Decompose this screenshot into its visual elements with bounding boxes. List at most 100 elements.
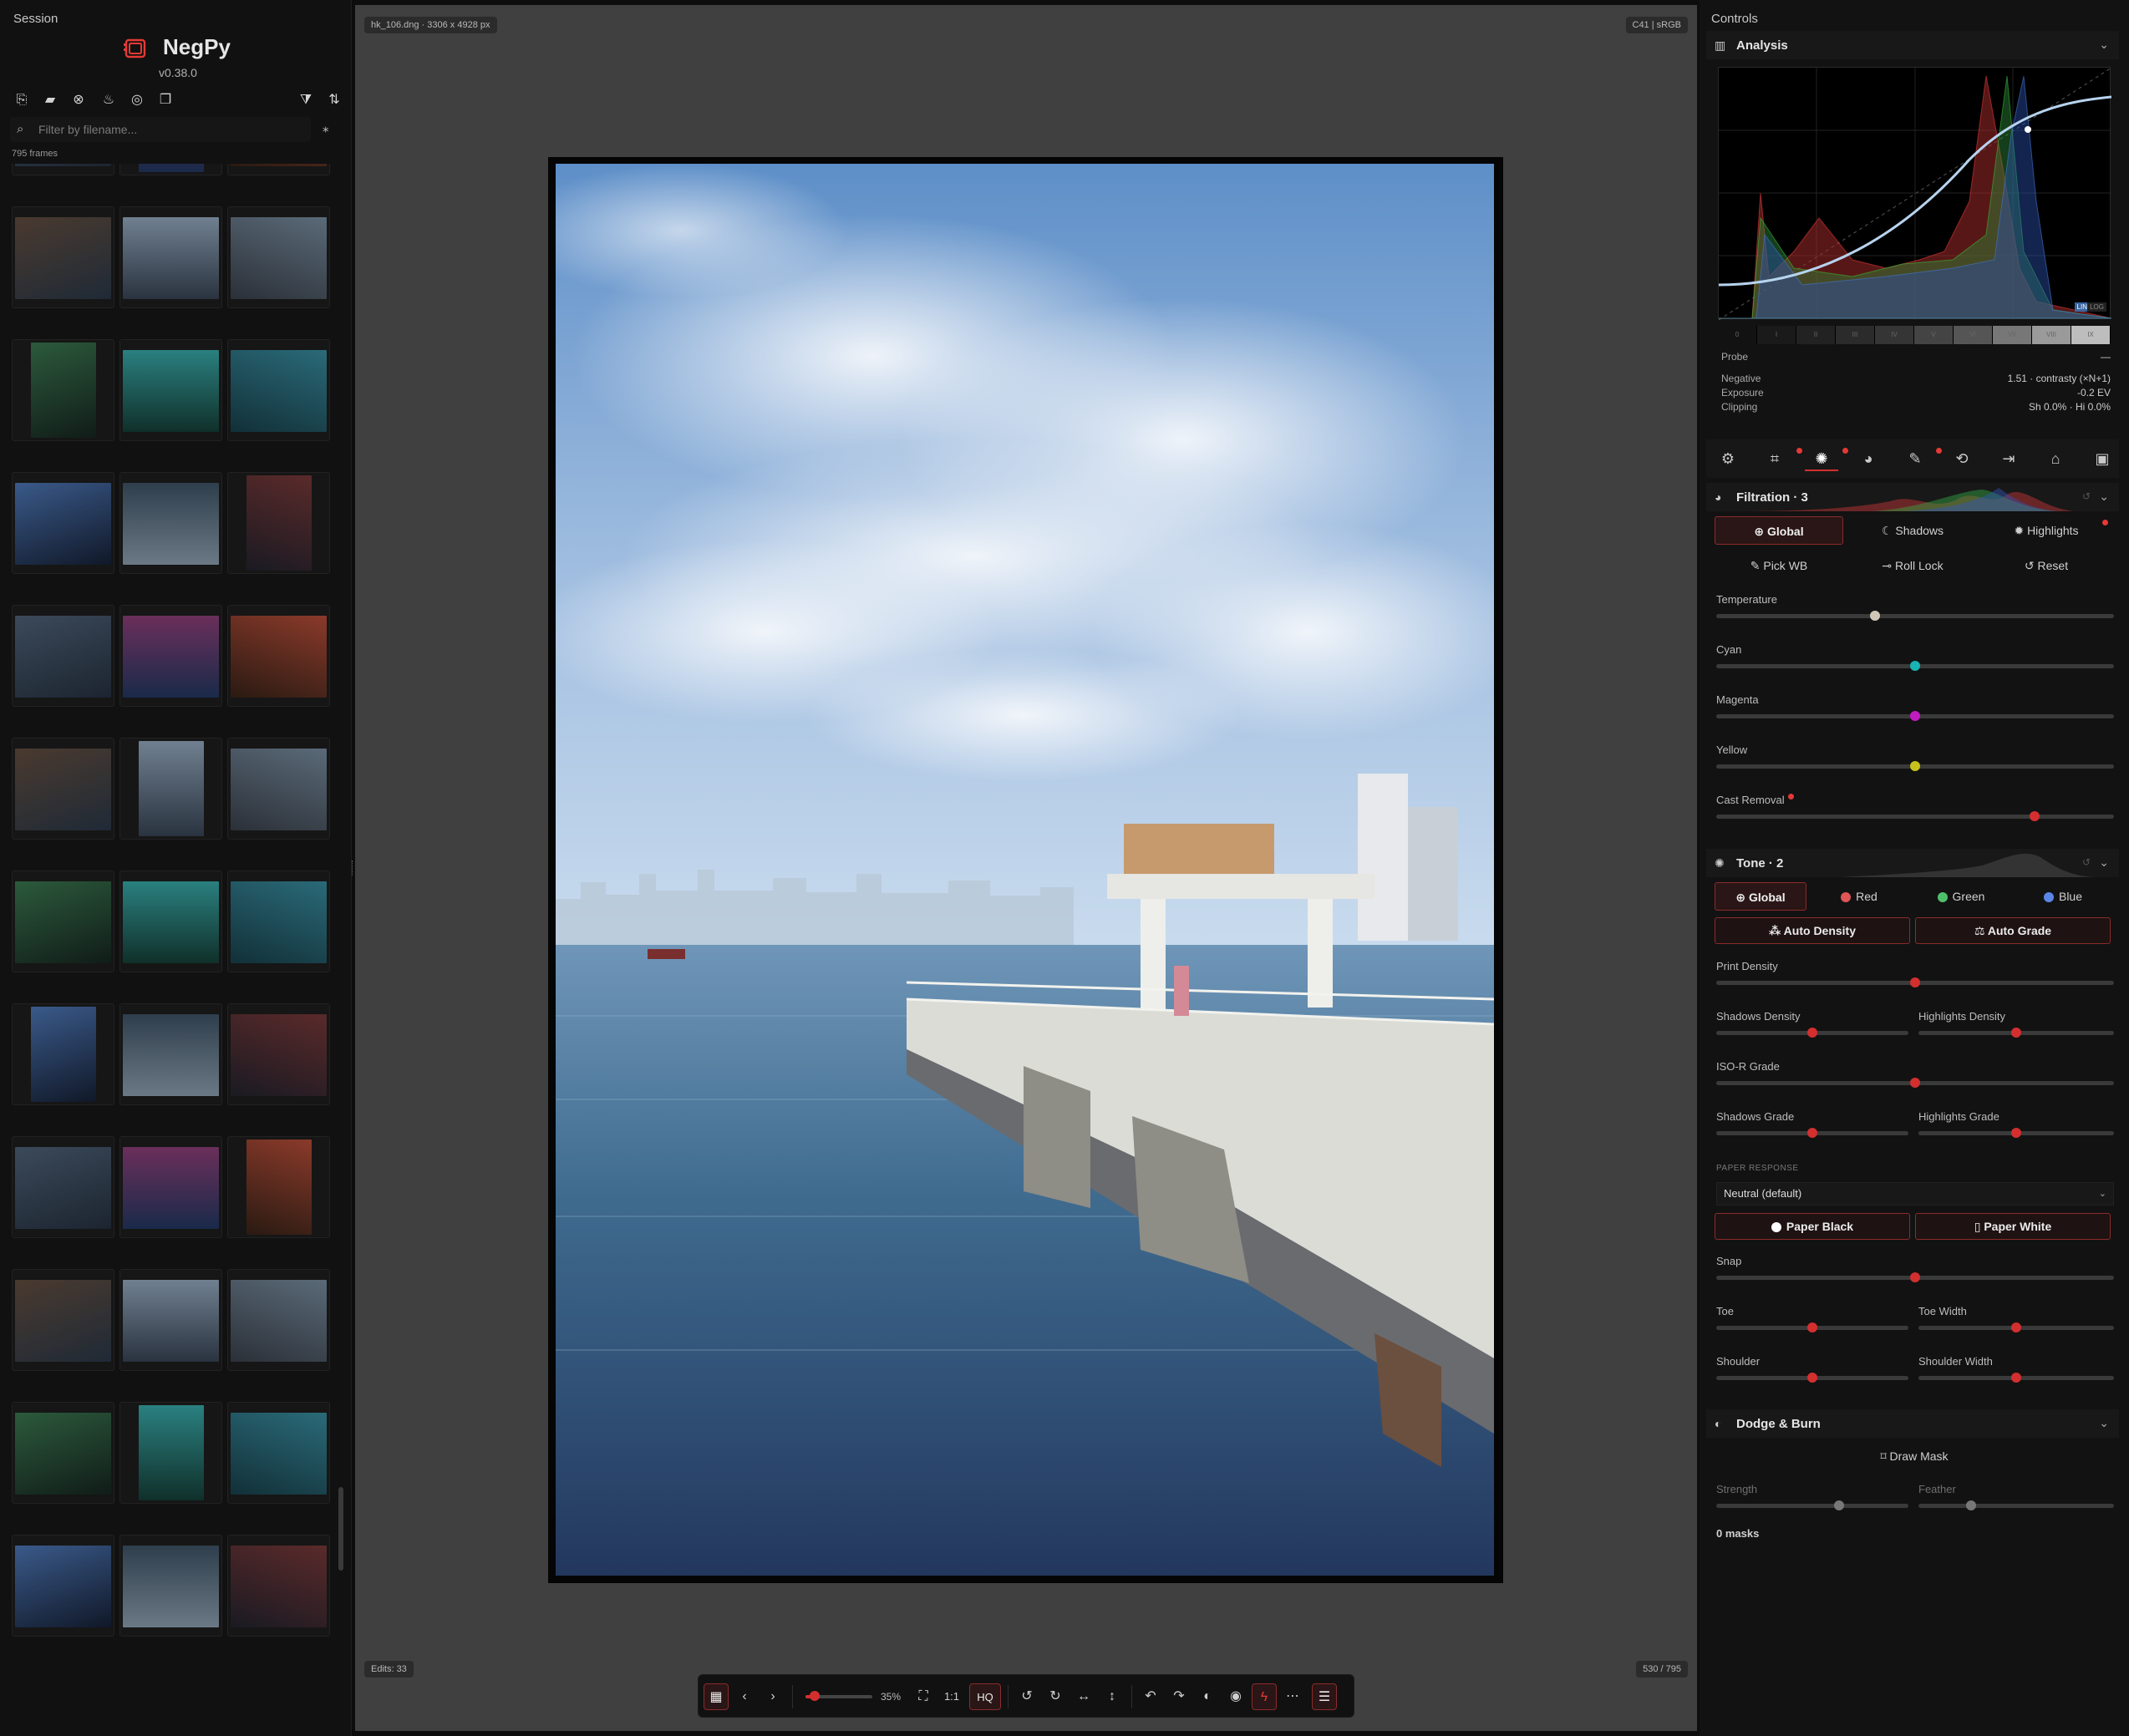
flip-horizontal-button[interactable]: ↔ xyxy=(1071,1683,1096,1710)
filtration-reset-button[interactable]: ↺ Reset xyxy=(1982,551,2111,580)
reset-section-icon[interactable]: ↺ xyxy=(2082,490,2091,502)
shoulder-slider-knob[interactable] xyxy=(1807,1373,1817,1383)
thumbnail[interactable] xyxy=(119,1535,222,1637)
thumbnail[interactable] xyxy=(119,871,222,972)
temperature-slider[interactable] xyxy=(1716,614,2114,618)
thumbnail[interactable] xyxy=(227,1003,330,1105)
magenta-slider-knob[interactable] xyxy=(1910,711,1920,721)
thumbnail[interactable] xyxy=(227,472,330,574)
thumbnail[interactable] xyxy=(119,472,222,574)
toe-width-slider-knob[interactable] xyxy=(2011,1322,2021,1332)
tone-section-header[interactable]: ✺ Tone · 2 ↺ ⌄ xyxy=(1706,849,2119,877)
thumbnail[interactable] xyxy=(227,339,330,441)
panel-splitter[interactable] xyxy=(352,860,354,876)
thumbnail[interactable] xyxy=(12,738,114,840)
undo-button[interactable]: ↶ xyxy=(1138,1683,1163,1710)
settings-panel-button[interactable]: ☰ xyxy=(1312,1683,1337,1710)
auto-density-button[interactable]: ⁂ Auto Density xyxy=(1715,917,1910,944)
tone-channel-global[interactable]: ⊕ Global xyxy=(1715,882,1806,911)
preview-eye-icon[interactable]: ◉ xyxy=(1223,1683,1248,1710)
flash-button[interactable]: ϟ xyxy=(1252,1683,1277,1710)
tab-palette-icon[interactable]: ◕ xyxy=(1852,446,1885,471)
chevron-down-icon[interactable]: ⌄ xyxy=(2099,855,2109,870)
reset-section-icon[interactable]: ↺ xyxy=(2082,856,2091,868)
yellow-slider-knob[interactable] xyxy=(1910,761,1920,771)
draw-mask-button[interactable]: ⌑ Draw Mask xyxy=(1850,1442,1979,1470)
filtration-section-header[interactable]: ◕ Filtration · 3 ↺ ⌄ xyxy=(1706,483,2119,511)
rotate-left-button[interactable]: ↺ xyxy=(1014,1683,1039,1710)
tab-export-icon[interactable]: ⇥ xyxy=(1992,446,2025,471)
contrast-toggle-icon[interactable]: ◐ xyxy=(1195,1683,1220,1710)
tone-channel-red[interactable]: Red xyxy=(1813,882,1905,911)
thumbnail[interactable] xyxy=(12,164,114,175)
thumbnail[interactable] xyxy=(227,1535,330,1637)
rotate-right-button[interactable]: ↻ xyxy=(1043,1683,1068,1710)
highlights-density-slider-knob[interactable] xyxy=(2011,1028,2021,1038)
thumbnail[interactable] xyxy=(12,1402,114,1504)
pick-wb-button[interactable]: ✎ Pick WB xyxy=(1715,551,1843,580)
iso-r-grade-slider-knob[interactable] xyxy=(1910,1078,1920,1088)
strength-slider-knob[interactable] xyxy=(1834,1500,1845,1510)
thumbnail[interactable] xyxy=(119,164,222,175)
shadows-grade-slider-knob[interactable] xyxy=(1807,1128,1817,1138)
paper-black-button[interactable]: Paper Black xyxy=(1715,1213,1910,1240)
filtration-mode-highlights[interactable]: ✹ Highlights xyxy=(1982,516,2111,545)
thumbnail[interactable] xyxy=(12,605,114,707)
compare-view-button[interactable]: ▦ xyxy=(704,1683,729,1710)
chevron-down-icon[interactable]: ⌄ xyxy=(2099,38,2109,52)
thumbnail[interactable] xyxy=(119,738,222,840)
thumbnail[interactable] xyxy=(119,206,222,308)
dodge-burn-section-header[interactable]: ◐ Dodge & Burn ⌄ xyxy=(1706,1409,2119,1438)
import-folder-icon[interactable]: ▰ xyxy=(40,90,60,110)
paper-response-select[interactable]: Neutral (default) ⌄ xyxy=(1716,1182,2114,1206)
thumbnail[interactable] xyxy=(119,1269,222,1371)
filter-icon[interactable]: ⧩ xyxy=(296,90,316,110)
tab-history-icon[interactable]: ⟲ xyxy=(1945,446,1979,471)
filtration-mode-shadows[interactable]: ☾ Shadows xyxy=(1848,516,1977,545)
auto-grade-button[interactable]: ⚖ Auto Grade xyxy=(1915,917,2111,944)
thumbnail[interactable] xyxy=(227,164,330,175)
feather-slider-knob[interactable] xyxy=(1966,1500,1977,1510)
tone-channel-blue[interactable]: Blue xyxy=(2017,882,2109,911)
thumbnail[interactable] xyxy=(12,1136,114,1238)
more-options-button[interactable]: ⋯ xyxy=(1280,1683,1305,1710)
snap-slider-knob[interactable] xyxy=(1910,1272,1920,1282)
redo-button[interactable]: ↷ xyxy=(1166,1683,1192,1710)
hq-button[interactable]: HQ xyxy=(969,1683,1001,1710)
feather-slider[interactable] xyxy=(1918,1504,2114,1508)
shoulder-width-slider-knob[interactable] xyxy=(2011,1373,2021,1383)
thumbnail[interactable] xyxy=(12,1003,114,1105)
target-icon[interactable]: ◎ xyxy=(127,90,147,110)
clear-icon[interactable]: ⊗ xyxy=(69,90,89,110)
thumbnail[interactable] xyxy=(227,1269,330,1371)
tab-settings-icon[interactable]: ⚙ xyxy=(1711,446,1745,471)
paper-white-button[interactable]: ▯ Paper White xyxy=(1915,1213,2111,1240)
tab-color-icon[interactable]: ✺ xyxy=(1805,446,1838,471)
flip-vertical-button[interactable]: ↕ xyxy=(1100,1683,1125,1710)
cyan-slider-knob[interactable] xyxy=(1910,661,1920,671)
zoom-slider-knob[interactable] xyxy=(810,1691,820,1701)
tab-brush-icon[interactable]: ✎ xyxy=(1898,446,1932,471)
thumbnail[interactable] xyxy=(227,738,330,840)
log-scale-toggle[interactable]: LOG xyxy=(2087,302,2106,312)
one-to-one-button[interactable]: 1:1 xyxy=(939,1683,964,1710)
thumbnail[interactable] xyxy=(227,1402,330,1504)
filter-input[interactable] xyxy=(38,117,306,142)
burn-icon[interactable]: ♨ xyxy=(99,90,119,110)
import-file-icon[interactable]: ⎘ xyxy=(12,90,32,110)
toe-slider-knob[interactable] xyxy=(1807,1322,1817,1332)
shadows-density-slider-knob[interactable] xyxy=(1807,1028,1817,1038)
thumbnail[interactable] xyxy=(12,1535,114,1637)
scrollbar-thumb[interactable] xyxy=(338,1487,343,1571)
thumbnail[interactable] xyxy=(12,1269,114,1371)
fit-screen-button[interactable]: ⛶ xyxy=(911,1683,936,1710)
thumbnail[interactable] xyxy=(12,206,114,308)
tab-tag-icon[interactable]: ⌂ xyxy=(2039,446,2072,471)
temperature-slider-knob[interactable] xyxy=(1870,611,1881,621)
cast-removal-slider[interactable] xyxy=(1716,815,2114,819)
sort-icon[interactable]: ⇅ xyxy=(324,90,344,110)
thumbnail[interactable] xyxy=(227,206,330,308)
prev-image-button[interactable]: ‹ xyxy=(732,1683,757,1710)
thumbnail[interactable] xyxy=(227,1136,330,1238)
thumbnail[interactable] xyxy=(119,1402,222,1504)
